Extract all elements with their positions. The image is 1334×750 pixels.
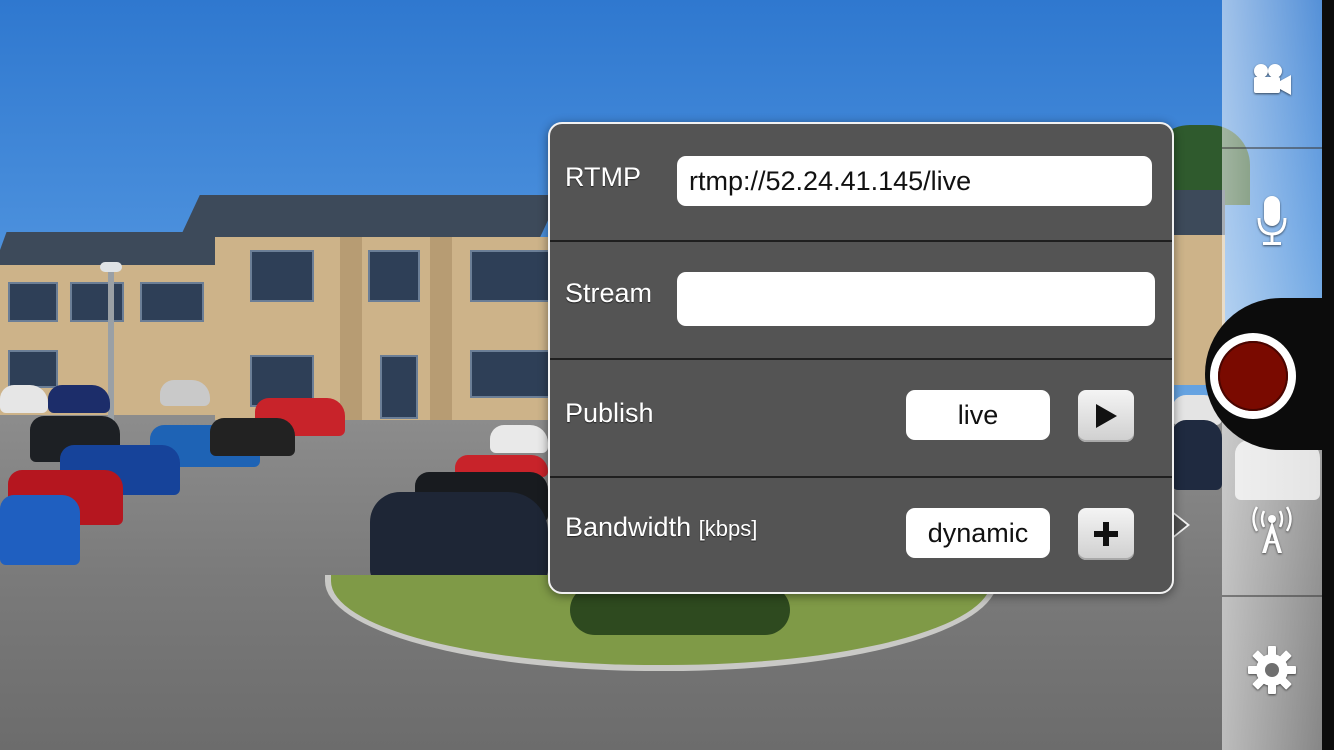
record-icon [1218,341,1288,411]
bandwidth-mode-selector[interactable]: dynamic [906,508,1050,558]
rtmp-row: RTMP [550,124,1172,240]
play-icon [1096,404,1117,428]
street-lamp-head [100,262,122,272]
bandwidth-unit: [kbps] [698,516,758,541]
gear-icon [1248,646,1296,694]
building-roof [1170,190,1225,235]
building-pillar [340,237,362,420]
building-pillar [430,237,452,420]
rtmp-url-input[interactable] [677,156,1152,206]
bandwidth-label: Bandwidth [kbps] [565,512,757,543]
building-window [470,250,550,302]
parked-car [0,385,48,413]
microphone-button[interactable] [1222,175,1322,265]
rtmp-label: RTMP [565,162,642,192]
parked-car [0,495,80,565]
building-door [380,355,418,419]
broadcast-antenna-icon [1252,506,1292,553]
toolbar-divider [1222,147,1322,149]
building-window [8,350,58,388]
stream-label: Stream [565,278,653,308]
parked-car [490,425,548,453]
broadcast-button[interactable] [1222,490,1322,570]
parked-car [1172,420,1222,490]
parked-car [48,385,110,413]
parked-car [370,492,548,584]
video-camera-icon [1254,64,1291,95]
microphone-icon [1257,196,1287,245]
stream-settings-popover: RTMP Stream Publish live Bandwidth [kbps… [548,122,1174,594]
building-window [140,282,204,322]
record-button[interactable] [1210,333,1296,419]
video-camera-button[interactable] [1222,40,1322,120]
bandwidth-row: Bandwidth [kbps] dynamic [550,476,1172,594]
bandwidth-increase-button[interactable] [1078,508,1134,560]
stream-row: Stream [550,240,1172,358]
building-window [470,350,550,398]
building-roof [180,195,560,237]
publish-start-button[interactable] [1078,390,1134,442]
plus-icon [1094,522,1118,546]
toolbar-divider [1222,595,1322,597]
building-window [368,250,420,302]
stream-name-input[interactable] [677,272,1155,326]
building-window [8,282,58,322]
parked-car [160,380,210,406]
bandwidth-label-text: Bandwidth [565,512,692,542]
building-window [250,250,314,302]
publish-mode-selector[interactable]: live [906,390,1050,440]
publish-row: Publish live [550,358,1172,476]
settings-button[interactable] [1222,625,1322,715]
parked-car [210,418,295,456]
publish-label: Publish [565,398,654,428]
building-window [70,282,124,322]
